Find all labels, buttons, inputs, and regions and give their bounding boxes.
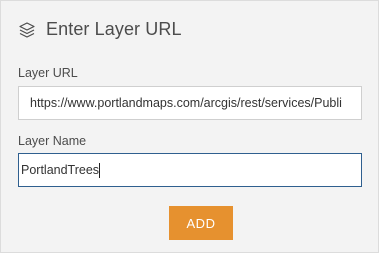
- layer-url-input[interactable]: https://www.portlandmaps.com/arcgis/rest…: [18, 86, 362, 120]
- layer-name-input[interactable]: PortlandTrees: [18, 153, 362, 187]
- panel-header: Enter Layer URL: [18, 19, 182, 40]
- layers-icon: [18, 21, 36, 39]
- add-layer-panel: Enter Layer URL Layer URL https://www.po…: [0, 0, 379, 253]
- layer-url-label: Layer URL: [18, 66, 78, 80]
- add-button[interactable]: ADD: [169, 206, 233, 240]
- text-caret: [99, 163, 101, 179]
- layer-name-label: Layer Name: [18, 134, 87, 148]
- layer-name-value: PortlandTrees: [21, 163, 100, 177]
- panel-title: Enter Layer URL: [46, 19, 182, 39]
